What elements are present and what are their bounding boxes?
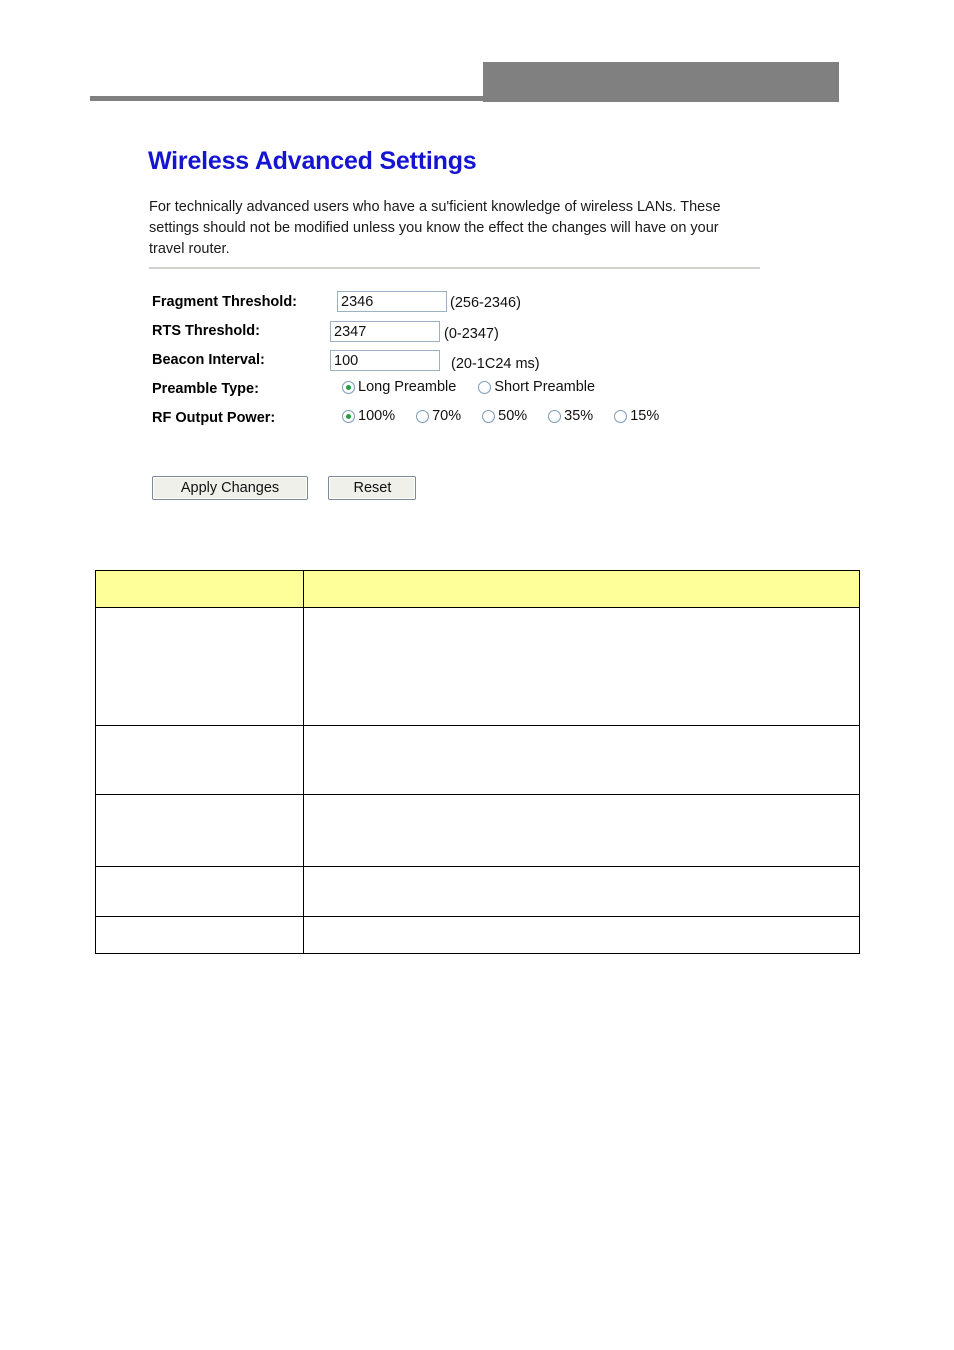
beacon-interval-label: Beacon Interval: bbox=[152, 352, 265, 368]
form-row-preamble-type: Preamble Type: Long Preamble Short Preamb… bbox=[140, 378, 808, 407]
fragment-threshold-input[interactable] bbox=[337, 291, 447, 312]
radio-button-icon[interactable] bbox=[478, 380, 492, 394]
rf-power-option-label: 70% bbox=[432, 408, 462, 424]
rts-threshold-input[interactable] bbox=[330, 321, 440, 342]
table-row bbox=[95, 607, 860, 726]
radio-button-icon[interactable] bbox=[482, 409, 496, 423]
advanced-settings-form: Fragment Threshold: (256-2346) RTS Thres… bbox=[140, 291, 808, 436]
wireless-advanced-settings-panel: Wireless Advanced Settings For technical… bbox=[140, 123, 808, 543]
table-cell-description bbox=[303, 916, 860, 954]
form-row-beacon-interval: Beacon Interval: (20-1C24 ms) bbox=[140, 349, 808, 378]
table-header-row bbox=[95, 570, 860, 608]
rf-power-option-1[interactable]: 70% bbox=[416, 408, 461, 424]
radio-button-icon[interactable] bbox=[342, 409, 355, 423]
preamble-option-label: Long Preamble bbox=[358, 379, 457, 395]
reset-button[interactable]: Reset bbox=[328, 476, 417, 500]
table-cell-description bbox=[303, 725, 860, 795]
preamble-option-label: Short Preamble bbox=[494, 379, 596, 395]
page-title: Wireless Advanced Settings bbox=[148, 147, 477, 175]
radio-button-icon[interactable] bbox=[548, 409, 562, 423]
rf-power-option-0[interactable]: 100% bbox=[342, 408, 395, 424]
table-cell-field bbox=[95, 916, 304, 954]
preamble-type-label: Preamble Type: bbox=[152, 381, 259, 397]
rf-power-option-4[interactable]: 15% bbox=[614, 408, 659, 424]
table-row bbox=[95, 866, 860, 917]
preamble-option-1[interactable]: Short Preamble bbox=[478, 379, 595, 395]
header-gray-rule bbox=[90, 96, 483, 101]
table-cell-field bbox=[95, 794, 304, 867]
radio-button-icon[interactable] bbox=[416, 409, 430, 423]
rf-output-power-label: RF Output Power: bbox=[152, 410, 276, 426]
table-body bbox=[95, 607, 860, 954]
table-cell-description bbox=[303, 794, 860, 867]
page-description: For technically advanced users who have … bbox=[149, 199, 721, 257]
form-row-rf-output-power: RF Output Power: 100% 70% 50% 35% 15% bbox=[140, 407, 808, 436]
rts-threshold-hint: (0-2347) bbox=[444, 326, 499, 342]
table-header bbox=[95, 570, 860, 608]
form-button-row: Apply Changes Reset bbox=[152, 476, 417, 500]
rf-power-option-label: 15% bbox=[630, 408, 660, 424]
page-header-band bbox=[0, 0, 954, 115]
fragment-threshold-hint: (256-2346) bbox=[450, 295, 521, 311]
fragment-threshold-label: Fragment Threshold: bbox=[152, 294, 298, 310]
table-row bbox=[95, 794, 860, 867]
form-row-fragment-threshold: Fragment Threshold: (256-2346) bbox=[140, 291, 808, 320]
rf-power-option-2[interactable]: 50% bbox=[482, 408, 527, 424]
preamble-option-0[interactable]: Long Preamble bbox=[342, 379, 456, 395]
rf-output-power-radio-group: 100% 70% 50% 35% 15% bbox=[342, 408, 659, 424]
panel-divider bbox=[149, 267, 760, 269]
rf-power-option-label: 50% bbox=[498, 408, 528, 424]
header-gray-block bbox=[483, 62, 839, 102]
table-cell-field bbox=[95, 866, 304, 917]
form-row-rts-threshold: RTS Threshold: (0-2347) bbox=[140, 320, 808, 349]
radio-button-icon[interactable] bbox=[614, 409, 628, 423]
table-cell-description bbox=[303, 607, 860, 726]
settings-description-table bbox=[95, 570, 860, 954]
beacon-interval-hint: (20-1C24 ms) bbox=[451, 356, 540, 372]
table-row bbox=[95, 916, 860, 954]
table-header-cell-field bbox=[95, 570, 304, 608]
table-cell-description bbox=[303, 866, 860, 917]
beacon-interval-input[interactable] bbox=[330, 350, 440, 371]
radio-button-icon[interactable] bbox=[342, 380, 355, 394]
table-row bbox=[95, 725, 860, 795]
preamble-type-radio-group: Long Preamble Short Preamble bbox=[342, 379, 595, 395]
table-cell-field bbox=[95, 725, 304, 795]
table-cell-field bbox=[95, 607, 304, 726]
apply-changes-button[interactable]: Apply Changes bbox=[152, 476, 308, 500]
rf-power-option-label: 100% bbox=[358, 408, 396, 424]
rf-power-option-3[interactable]: 35% bbox=[548, 408, 593, 424]
table-header-cell-description bbox=[303, 570, 860, 608]
rts-threshold-label: RTS Threshold: bbox=[152, 323, 260, 339]
rf-power-option-label: 35% bbox=[564, 408, 594, 424]
